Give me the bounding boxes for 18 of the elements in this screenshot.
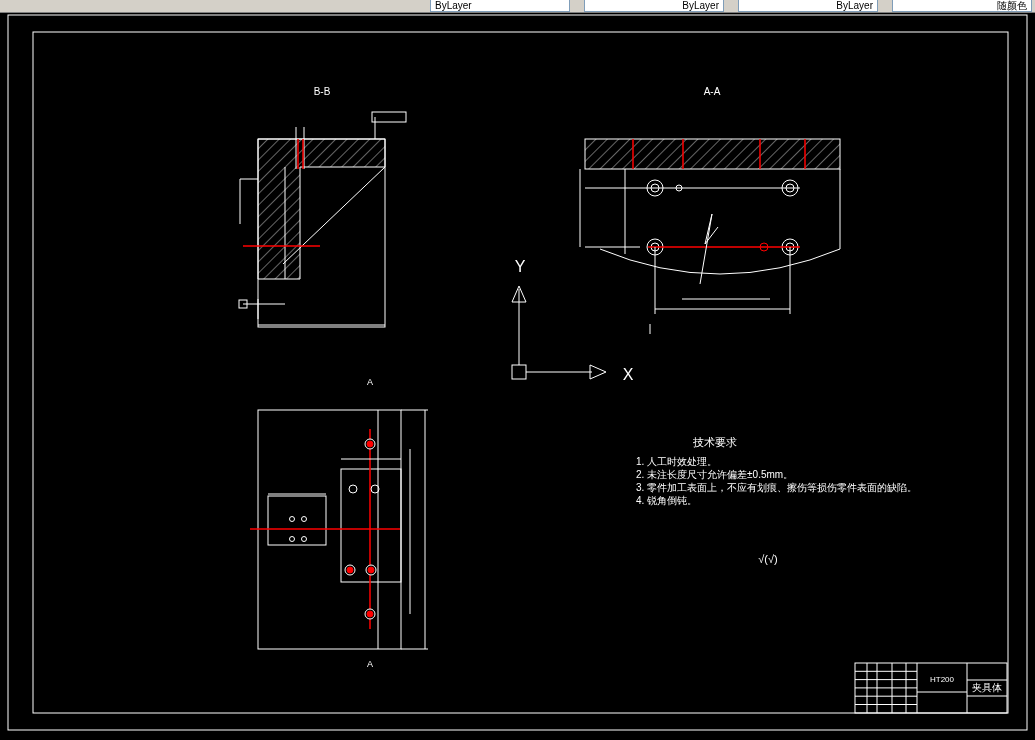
requirement-text: 1. 人工时效处理。 bbox=[636, 456, 718, 467]
axis-label: X bbox=[622, 366, 634, 383]
dropdown[interactable]: ByLayer bbox=[430, 0, 570, 12]
dropdown[interactable]: ByLayer bbox=[584, 0, 724, 12]
roughness-note: √(√) bbox=[758, 553, 778, 565]
requirement-text: 3. 零件加工表面上，不应有划痕、擦伤等损伤零件表面的缺陷。 bbox=[636, 482, 918, 493]
dropdown[interactable]: 随颜色 bbox=[892, 0, 1032, 12]
view-title: A bbox=[367, 659, 373, 669]
part-name: 夹具体 bbox=[972, 682, 1002, 693]
section-title: A-A bbox=[703, 86, 721, 97]
axis-label: Y bbox=[514, 258, 526, 275]
dropdown[interactable]: ByLayer bbox=[738, 0, 878, 12]
requirements-title: 技术要求 bbox=[693, 436, 737, 448]
requirement-text: 2. 未注长度尺寸允许偏差±0.5mm。 bbox=[636, 469, 794, 480]
requirement-text: 4. 锐角倒钝。 bbox=[636, 495, 698, 506]
section-title: B-B bbox=[313, 86, 331, 97]
material-label: HT200 bbox=[930, 675, 954, 684]
view-title: A bbox=[367, 377, 373, 387]
